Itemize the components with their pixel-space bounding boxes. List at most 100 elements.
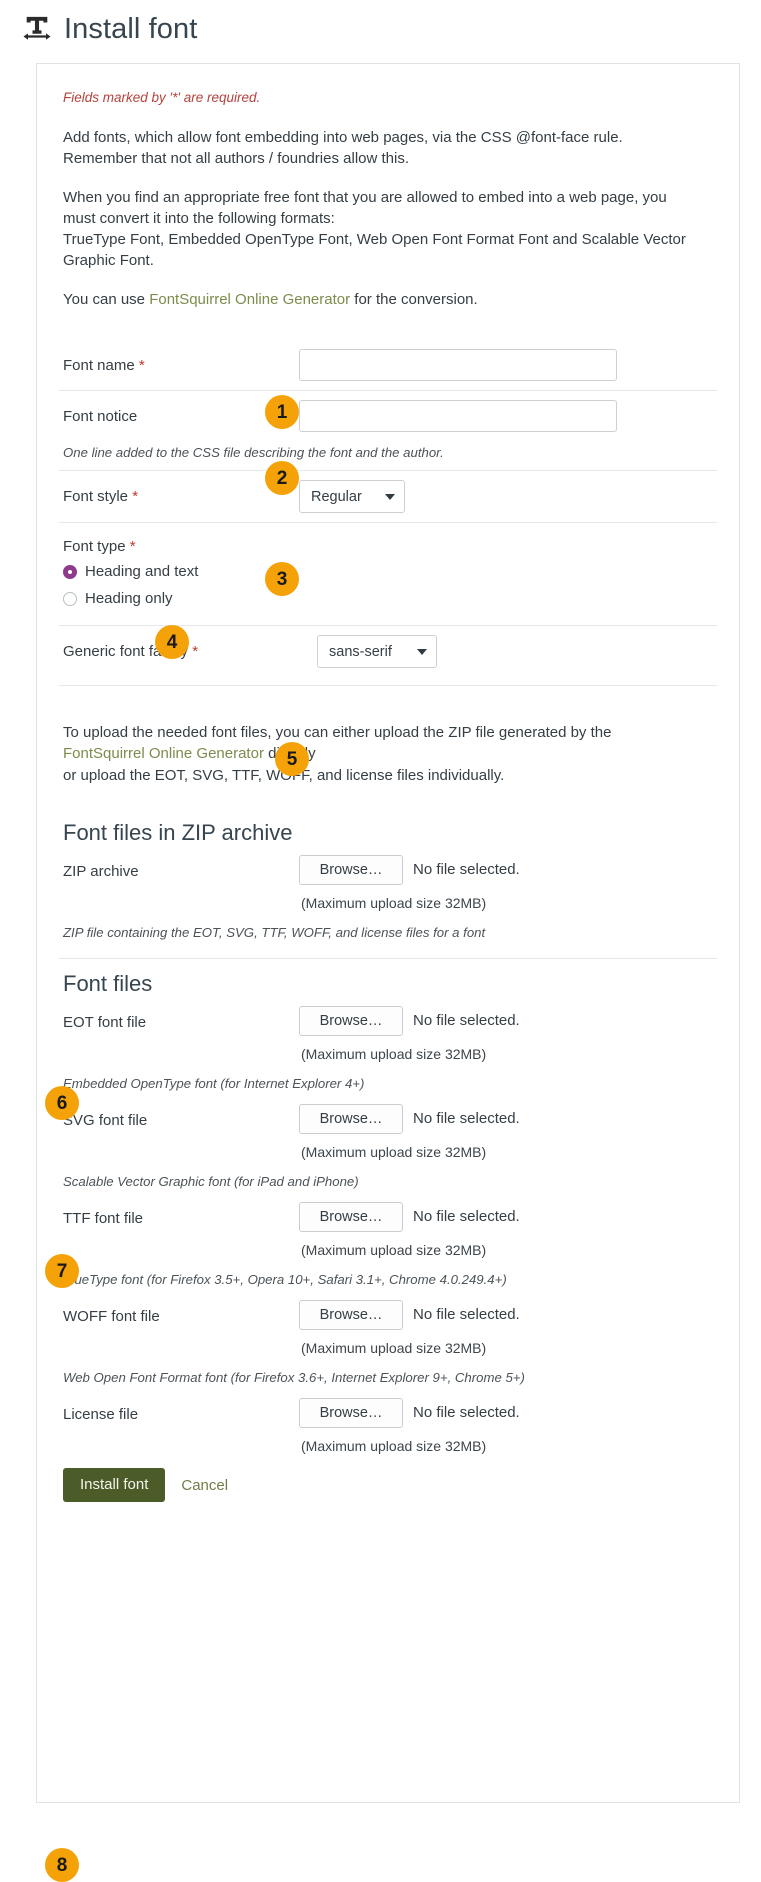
zip-max-upload-size: (Maximum upload size 32MB) (299, 885, 717, 913)
upload-intro-paragraph: To upload the needed font files, you can… (63, 722, 717, 786)
callout-badge-2: 2 (265, 461, 299, 495)
generic-font-family-selected-value: sans-serif (329, 644, 392, 660)
woff-font-file-field: Browse… No file selected. (Maximum uploa… (273, 1300, 717, 1358)
fontsquirrel-generator-link-2[interactable]: FontSquirrel Online Generator (63, 745, 264, 762)
intro-paragraph-3: You can use FontSquirrel Online Generato… (63, 289, 717, 310)
license-browse-button[interactable]: Browse… (299, 1398, 403, 1428)
callout-badge-5: 5 (275, 742, 309, 776)
required-fields-note: Fields marked by '*' are required. (63, 90, 717, 105)
font-notice-input[interactable] (299, 400, 617, 432)
eot-font-file-label: EOT font file (59, 1006, 273, 1031)
field-row-font-type: Font type * Heading and text Heading onl… (59, 522, 717, 625)
svg-file-line: Browse… No file selected. (299, 1104, 717, 1134)
zip-section-heading: Font files in ZIP archive (63, 818, 717, 846)
form-actions: Install font Cancel (59, 1456, 717, 1503)
callout-badge-6: 6 (45, 1086, 79, 1120)
svg-browse-button[interactable]: Browse… (299, 1104, 403, 1134)
upload-intro-text: To upload the needed font files, you can… (59, 722, 717, 786)
woff-file-line: Browse… No file selected. (299, 1300, 717, 1330)
radio-heading-only[interactable]: Heading only (63, 590, 717, 607)
woff-font-file-help: Web Open Font Format font (for Firefox 3… (59, 1358, 717, 1395)
font-notice-label: Font notice (59, 400, 273, 425)
svg-font-file-label: SVG font file (59, 1104, 273, 1129)
intro-p2-line1: When you find an appropriate free font t… (63, 189, 667, 206)
zip-browse-button[interactable]: Browse… (299, 855, 403, 885)
license-file-status: No file selected. (413, 1404, 520, 1421)
svg-file-status: No file selected. (413, 1110, 520, 1127)
svg-font-file-field: Browse… No file selected. (Maximum uploa… (273, 1104, 717, 1162)
font-style-selected-value: Regular (311, 489, 362, 505)
radio-heading-and-text-label: Heading and text (85, 563, 198, 580)
ttf-font-file-help: TrueType font (for Firefox 3.5+, Opera 1… (59, 1260, 717, 1297)
font-style-label-text: Font style (63, 488, 128, 505)
text-width-icon (22, 14, 52, 44)
callout-badge-3: 3 (265, 562, 299, 596)
woff-file-status: No file selected. (413, 1306, 520, 1323)
chevron-down-icon (385, 494, 395, 500)
intro-paragraph-1: Add fonts, which allow font embedding in… (63, 127, 717, 170)
font-name-required-marker: * (139, 357, 145, 374)
font-notice-control (273, 400, 717, 432)
font-name-label: Font name * (59, 349, 273, 374)
callout-badge-1: 1 (265, 395, 299, 429)
font-type-label-text: Font type (63, 538, 126, 555)
woff-font-file-label: WOFF font file (59, 1300, 273, 1325)
eot-browse-button[interactable]: Browse… (299, 1006, 403, 1036)
font-type-required-marker: * (130, 538, 136, 555)
generic-font-family-required-marker: * (192, 643, 198, 660)
ttf-font-file-field: Browse… No file selected. (Maximum uploa… (273, 1202, 717, 1260)
font-name-control (273, 349, 717, 381)
eot-file-status: No file selected. (413, 1012, 520, 1029)
intro-p2-line2: must convert it into the following forma… (63, 210, 335, 227)
divider (59, 685, 717, 686)
page-title: Install font (64, 15, 197, 44)
svg-font-file-help: Scalable Vector Graphic font (for iPad a… (59, 1162, 717, 1199)
chevron-down-icon (417, 649, 427, 655)
zip-file-line: Browse… No file selected. (299, 855, 717, 885)
intro-paragraph-2: When you find an appropriate free font t… (63, 187, 717, 272)
font-style-label: Font style * (59, 480, 273, 505)
divider (59, 958, 717, 959)
generic-font-family-select[interactable]: sans-serif (317, 635, 437, 668)
intro-p2-line4: Graphic Font. (63, 252, 154, 269)
install-font-panel: 1 2 3 4 5 6 7 8 Fields marked by '*' are… (36, 63, 740, 1803)
ttf-browse-button[interactable]: Browse… (299, 1202, 403, 1232)
font-type-label: Font type * (59, 532, 717, 555)
font-name-input[interactable] (299, 349, 617, 381)
zip-archive-label: ZIP archive (59, 855, 273, 880)
radio-indicator-selected[interactable] (63, 565, 77, 579)
font-type-radio-group: Heading and text Heading only (59, 555, 717, 621)
svg-max-upload-size: (Maximum upload size 32MB) (299, 1134, 717, 1162)
intro-p3-prefix: You can use (63, 291, 149, 308)
intro-text: Add fonts, which allow font embedding in… (59, 127, 717, 310)
license-file-label: License file (59, 1398, 273, 1423)
font-files-section: Font files EOT font file Browse… No file… (59, 969, 717, 1456)
radio-heading-and-text[interactable]: Heading and text (63, 563, 717, 580)
callout-badge-8: 8 (45, 1848, 79, 1882)
intro-p1-line2: Remember that not all authors / foundrie… (63, 150, 409, 167)
font-style-control: Regular (273, 480, 717, 513)
ttf-max-upload-size: (Maximum upload size 32MB) (299, 1232, 717, 1260)
fontsquirrel-generator-link[interactable]: FontSquirrel Online Generator (149, 291, 350, 308)
intro-p1-line1: Add fonts, which allow font embedding in… (63, 129, 623, 146)
woff-max-upload-size: (Maximum upload size 32MB) (299, 1330, 717, 1358)
field-row-font-name: Font name * (59, 340, 717, 390)
font-style-select[interactable]: Regular (299, 480, 405, 513)
callout-badge-4: 4 (155, 625, 189, 659)
page-header: Install font (0, 0, 761, 52)
font-name-label-text: Font name (63, 357, 135, 374)
radio-indicator-unselected[interactable] (63, 592, 77, 606)
font-notice-help: One line added to the CSS file describin… (59, 441, 717, 470)
ttf-file-line: Browse… No file selected. (299, 1202, 717, 1232)
cancel-link[interactable]: Cancel (181, 1477, 228, 1494)
zip-file-status: No file selected. (413, 861, 520, 878)
eot-file-line: Browse… No file selected. (299, 1006, 717, 1036)
install-font-button[interactable]: Install font (63, 1468, 165, 1503)
upload-row-zip: ZIP archive Browse… No file selected. (M… (59, 852, 717, 913)
radio-heading-only-label: Heading only (85, 590, 173, 607)
woff-browse-button[interactable]: Browse… (299, 1300, 403, 1330)
eot-font-file-field: Browse… No file selected. (Maximum uploa… (273, 1006, 717, 1064)
upload-row-ttf: TTF font file Browse… No file selected. … (59, 1199, 717, 1260)
field-row-font-style: Font style * Regular (59, 470, 717, 522)
license-max-upload-size: (Maximum upload size 32MB) (299, 1428, 717, 1456)
